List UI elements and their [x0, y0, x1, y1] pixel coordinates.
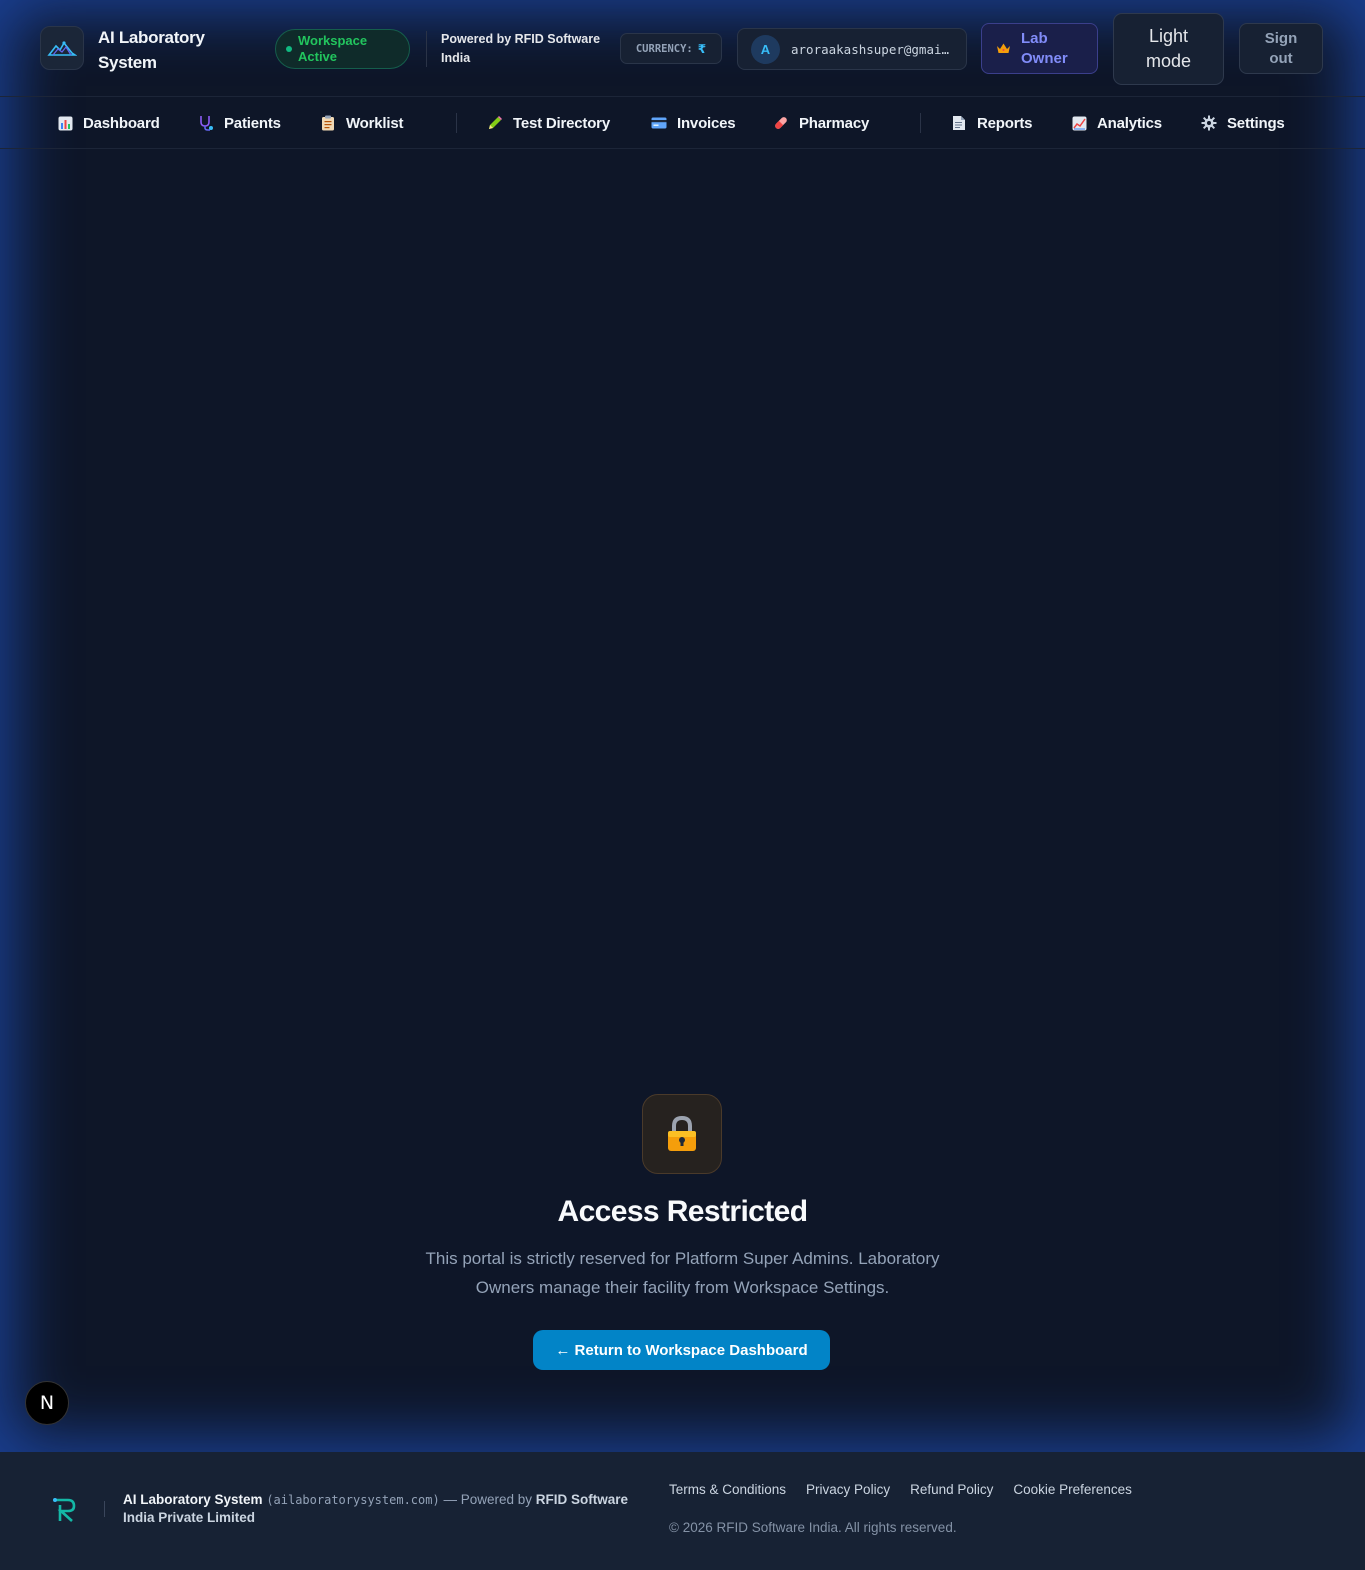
nav-label: Invoices — [677, 114, 736, 132]
terms-link[interactable]: Terms & Conditions — [669, 1482, 786, 1497]
nav-item-pharmacy[interactable]: Pharmacy — [773, 112, 869, 134]
user-email: aroraakashsuper@gmail.com — [791, 41, 956, 57]
crown-icon — [996, 41, 1011, 57]
status-dot-icon — [286, 46, 292, 52]
nav-label: Test Directory — [513, 114, 610, 132]
n-logo-icon: N — [39, 1392, 55, 1414]
nav-label: Pharmacy — [799, 114, 870, 132]
copyright-text: © 2026 RFID Software India. All rights r… — [669, 1520, 957, 1535]
header-divider — [426, 31, 427, 67]
powered-by-text: Powered by RFID Software India — [441, 32, 601, 65]
page-title: Access Restricted — [557, 1195, 809, 1228]
nav-item-analytics[interactable]: Analytics — [1071, 112, 1162, 134]
nav-label: Dashboard — [83, 114, 160, 132]
app-logo[interactable] — [40, 26, 84, 70]
pill-icon — [773, 115, 789, 131]
gear-icon — [1201, 115, 1217, 131]
page-footer: AI Laboratory System (ailaboratorysystem… — [0, 1452, 1365, 1570]
nav-label: Settings — [1227, 114, 1285, 132]
workspace-status-text: Workspace Active — [298, 33, 368, 64]
theme-toggle-label: Light mode — [1145, 26, 1192, 71]
mountain-logo-icon — [47, 41, 77, 56]
nav-divider — [456, 113, 457, 133]
pencil-icon — [487, 115, 503, 131]
nav-item-settings[interactable]: Settings — [1201, 112, 1285, 134]
line-chart-icon — [1071, 115, 1087, 131]
nav-label: Reports — [977, 114, 1033, 132]
workspace-status-badge: Workspace Active — [275, 29, 410, 69]
lock-icon — [668, 1115, 696, 1151]
bar-chart-icon — [57, 115, 73, 131]
stethoscope-icon — [198, 115, 214, 131]
footer-domain: (ailaboratorysystem.com) — [266, 1493, 440, 1507]
top-header: AI Laboratory System Workspace Active Po… — [0, 0, 1365, 97]
sign-out-button[interactable]: Sign out — [1239, 23, 1323, 74]
brand-title: AI Laboratory System — [98, 28, 205, 72]
refund-link[interactable]: Refund Policy — [910, 1482, 993, 1497]
return-dashboard-button[interactable]: ← Return to Workspace Dashboard — [533, 1330, 830, 1370]
credit-card-icon — [651, 115, 667, 131]
sign-out-label: Sign out — [1264, 29, 1298, 67]
rfid-logo-icon — [53, 1498, 76, 1522]
footer-links: Terms & Conditions Privacy Policy Refund… — [669, 1482, 1132, 1497]
nav-item-invoices[interactable]: Invoices — [651, 112, 736, 134]
currency-indicator: CURRENCY: ₹ — [620, 33, 722, 64]
nav-item-test-directory[interactable]: Test Directory — [487, 112, 610, 134]
nav-item-dashboard[interactable]: Dashboard — [57, 112, 160, 134]
nav-label: Analytics — [1097, 114, 1162, 132]
role-label: Lab Owner — [1021, 29, 1068, 67]
lock-icon-tile — [642, 1094, 722, 1174]
privacy-link[interactable]: Privacy Policy — [806, 1482, 890, 1497]
access-description: This portal is strictly reserved for Pla… — [425, 1249, 940, 1297]
nav-divider — [920, 113, 921, 133]
main-nav: Dashboard Patients Worklist Test Directo… — [0, 97, 1365, 149]
user-account-box[interactable]: A aroraakashsuper@gmail.com — [737, 28, 967, 70]
currency-symbol: ₹ — [697, 41, 707, 56]
cookie-preferences-link[interactable]: Cookie Preferences — [1013, 1482, 1132, 1497]
currency-label: CURRENCY: — [635, 42, 693, 55]
nav-item-worklist[interactable]: Worklist — [320, 112, 404, 134]
footer-divider — [104, 1501, 105, 1517]
app-frame: AI Laboratory System Workspace Active Po… — [0, 0, 1365, 1452]
clipboard-icon — [320, 115, 336, 131]
nav-item-reports[interactable]: Reports — [951, 112, 1032, 134]
role-badge-button[interactable]: Lab Owner — [981, 23, 1098, 74]
document-icon — [951, 115, 967, 131]
dev-tools-badge[interactable]: N — [25, 1381, 69, 1425]
nav-label: Worklist — [346, 114, 404, 132]
nav-item-patients[interactable]: Patients — [198, 112, 281, 134]
footer-brand: AI Laboratory System — [123, 1492, 263, 1507]
theme-toggle-button[interactable]: Light mode — [1113, 13, 1224, 85]
footer-brand-text: AI Laboratory System (ailaboratorysystem… — [123, 1491, 643, 1527]
avatar: A — [751, 34, 780, 64]
nav-label: Patients — [224, 114, 281, 132]
footer-powered-prefix: — Powered by — [439, 1492, 536, 1507]
